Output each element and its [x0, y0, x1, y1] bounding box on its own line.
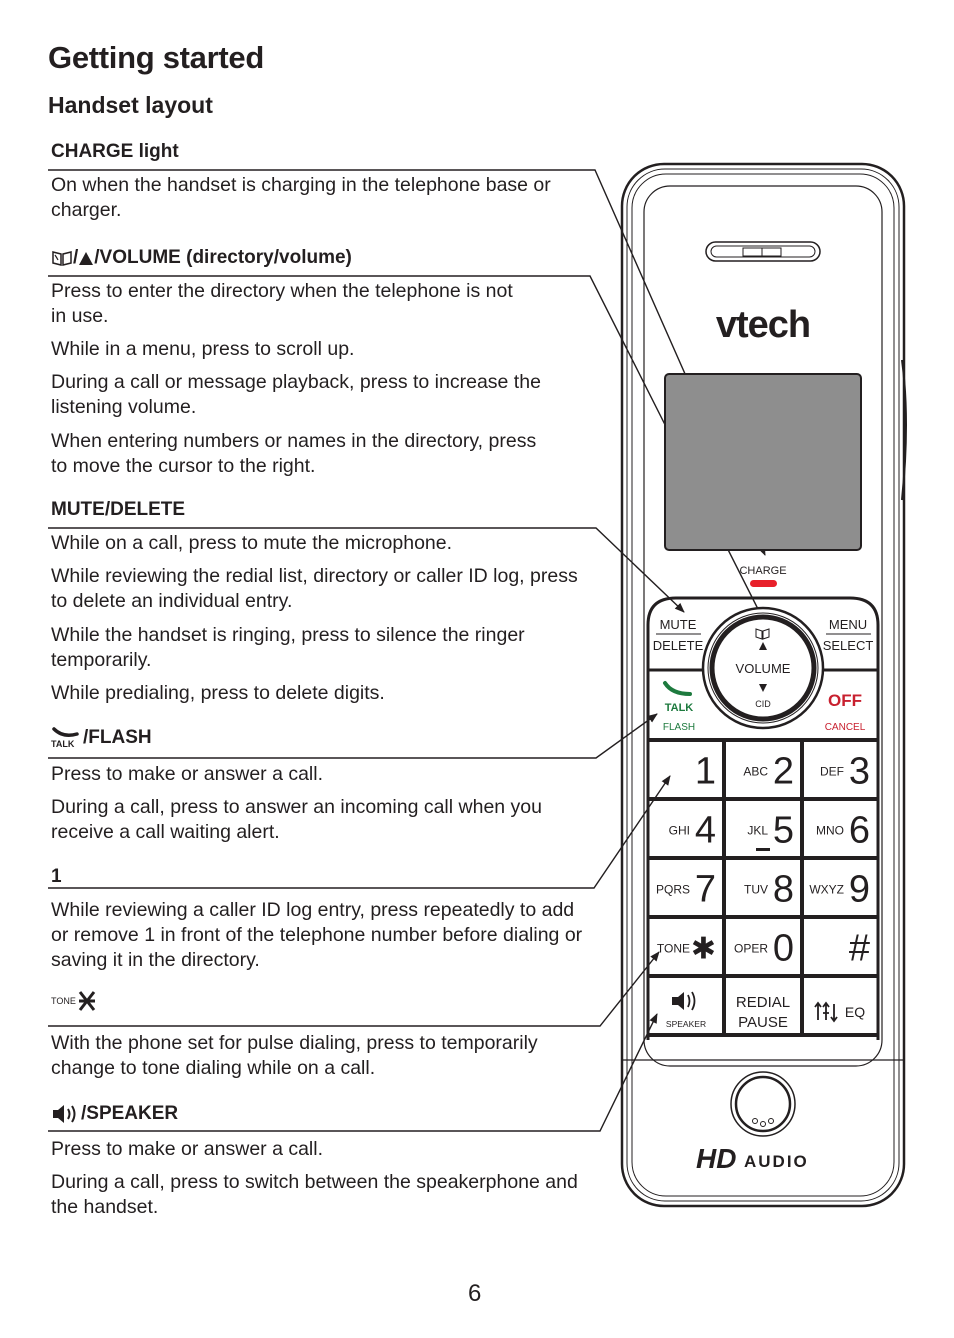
brand-logo: vtech	[716, 304, 810, 346]
menu-select-button[interactable]: MENU SELECT	[823, 617, 874, 653]
speaker-icon	[672, 992, 684, 1010]
delete-label: DELETE	[653, 638, 704, 653]
mute-label: MUTE	[660, 617, 697, 632]
cid-label: CID	[755, 699, 771, 709]
volume-arrows-icon	[814, 1001, 838, 1023]
cancel-label: CANCEL	[825, 722, 866, 733]
key-letters: JKL	[747, 824, 768, 838]
key-digit: 5	[773, 810, 794, 852]
leader-tone	[48, 951, 660, 1027]
key-digit: 8	[773, 869, 794, 911]
off-label: OFF	[828, 691, 862, 710]
key-2[interactable]: 2 ABC	[743, 751, 794, 793]
key-digit: #	[849, 928, 870, 970]
key-6[interactable]: 6 MNO	[816, 810, 870, 852]
earpiece	[705, 241, 821, 262]
volume-nav-ring[interactable]: VOLUME CID	[701, 606, 825, 730]
key-star[interactable]: ✱TONE	[657, 933, 716, 966]
key-8[interactable]: 8 TUV	[744, 869, 794, 911]
eq-label: EQ	[845, 1004, 865, 1020]
redial-pause-button[interactable]: REDIAL PAUSE	[736, 994, 790, 1031]
key-9[interactable]: 9 WXYZ	[809, 869, 870, 911]
leader-speaker	[48, 1013, 658, 1132]
hd-logo: HD	[696, 1143, 736, 1174]
key-digit: 6	[849, 810, 870, 852]
key-digit: 0	[773, 928, 794, 970]
key-letters: GHI	[669, 824, 690, 838]
key-1[interactable]: 1	[695, 751, 716, 793]
key-digit: 7	[695, 869, 716, 911]
key-0[interactable]: 0 OPER	[734, 928, 794, 970]
keypad: 1 2 ABC 3 DEF 4 GHI 5 JKL 6 MNO 7 PQRS 8 TUV 9 WXYZ ✱TONE…	[648, 740, 878, 1037]
mute-delete-button[interactable]: MUTE DELETE	[653, 617, 704, 653]
audio-logo: AUDIO	[744, 1152, 809, 1171]
pause-label: PAUSE	[738, 1014, 788, 1031]
select-label: SELECT	[823, 638, 874, 653]
speaker-button[interactable]: SPEAKER	[666, 991, 706, 1029]
key-5[interactable]: 5 JKL	[747, 810, 794, 852]
charge-label: CHARGE	[739, 565, 786, 577]
talk-label: TALK	[665, 702, 694, 714]
key-digit: 1	[695, 751, 716, 793]
eq-button[interactable]: EQ	[814, 1001, 865, 1023]
key-4[interactable]: 4 GHI	[669, 810, 716, 852]
key-5-tactile-mark	[756, 848, 770, 851]
key-3[interactable]: 3 DEF	[820, 751, 870, 793]
key-digit: ✱	[691, 933, 716, 966]
redial-label: REDIAL	[736, 994, 790, 1011]
key-digit: 9	[849, 869, 870, 911]
key-letters: MNO	[816, 824, 844, 838]
leader-talk	[48, 713, 658, 759]
handset-diagram: vtech CHARGE MUTE DELETE MENU SELECT VOL…	[48, 162, 907, 1208]
leader-volume	[48, 275, 763, 618]
talk-phone-icon	[663, 681, 692, 696]
key-letters: TONE	[657, 942, 690, 956]
key-letters: OPER	[734, 942, 768, 956]
key-digit: 3	[849, 751, 870, 793]
leader-key1	[48, 775, 671, 889]
key-letters: ABC	[743, 765, 768, 779]
microphone	[730, 1071, 796, 1137]
off-cancel-button[interactable]: OFF CANCEL	[825, 691, 866, 733]
key-digit: 2	[773, 751, 794, 793]
key-digit: 4	[695, 810, 716, 852]
display-screen	[664, 373, 862, 551]
leader-mute	[48, 527, 685, 613]
flash-label: FLASH	[663, 722, 695, 733]
talk-flash-button[interactable]: TALK FLASH	[663, 681, 695, 733]
volume-label: VOLUME	[736, 661, 791, 676]
charge-light	[750, 580, 777, 587]
menu-label: MENU	[829, 617, 867, 632]
key-letters: DEF	[820, 765, 844, 779]
speaker-label: SPEAKER	[666, 1019, 706, 1029]
key-letters: PQRS	[656, 883, 690, 897]
leader-charge	[48, 169, 766, 556]
key-7[interactable]: 7 PQRS	[656, 869, 716, 911]
key-letters: WXYZ	[809, 883, 844, 897]
key-pound[interactable]: #	[849, 928, 870, 970]
key-letters: TUV	[744, 883, 768, 897]
